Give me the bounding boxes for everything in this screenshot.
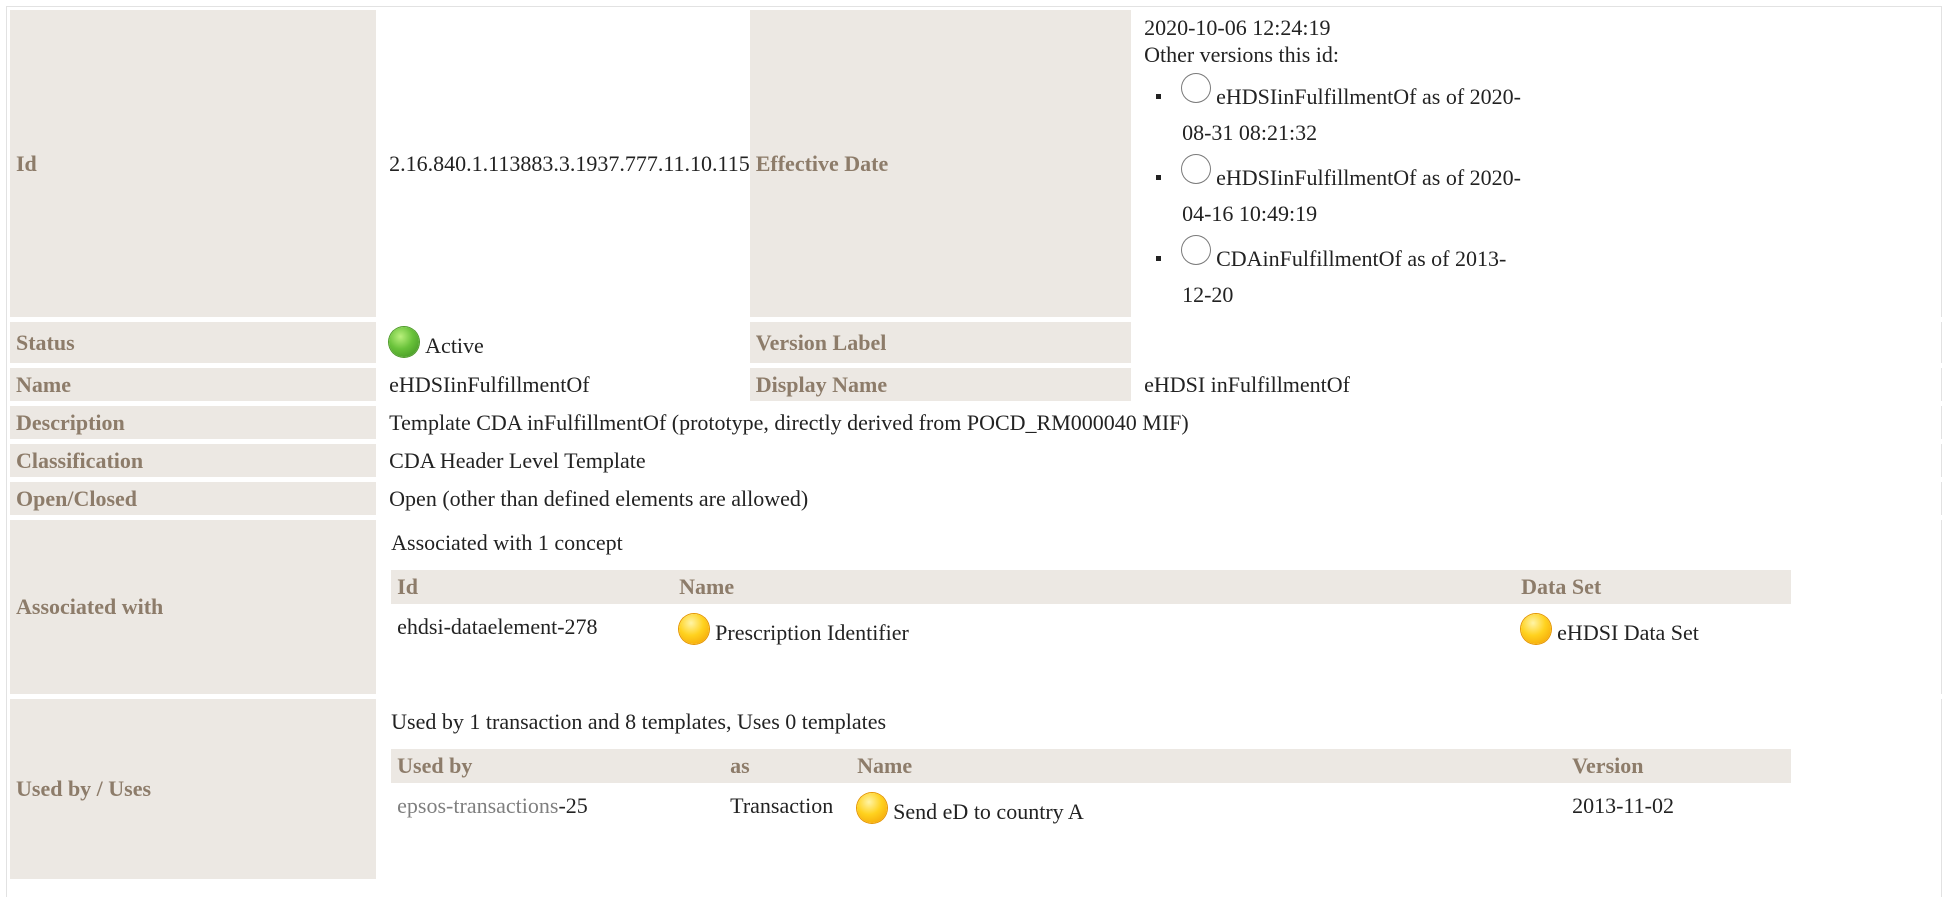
concept-id: ehdsi-dataelement-278 (397, 614, 598, 639)
version-entry-text[interactable]: CDAinFulfillmentOf as of 2013-12-20 (1182, 246, 1506, 307)
status-cell: Active (381, 322, 750, 368)
column-header-version: Version (1566, 749, 1792, 783)
version-list-item[interactable]: eHDSIinFulfillmentOf as of 2020-04-16 10… (1156, 155, 1527, 232)
version-label-label: Version Label (749, 322, 1137, 368)
transaction-name-cell: Send eD to country A (851, 783, 1566, 835)
column-header-as: as (724, 749, 852, 783)
id-value: 2.16.840.1.113883.3.1937.777.11.10.115 (381, 10, 750, 322)
display-name-value: eHDSI inFulfillmentOf (1136, 368, 1945, 406)
associated-with-cell: Associated with 1 concept Id Name Data S… (381, 520, 1945, 699)
name-label: Name (10, 368, 382, 406)
table-row: ehdsi-dataelement-278 Prescription Ident… (391, 604, 1791, 656)
concept-name-cell: Prescription Identifier (673, 604, 1515, 656)
display-name-label: Display Name (749, 368, 1137, 406)
empty-circle-icon (1182, 155, 1211, 183)
yellow-circle-icon (857, 793, 888, 823)
status-value: Active (425, 332, 484, 358)
classification-value: CDA Header Level Template (381, 444, 1945, 482)
used-by-intro: Used by 1 transaction and 8 templates, U… (391, 709, 887, 734)
other-versions-list: eHDSIinFulfillmentOf as of 2020-08-31 08… (1144, 74, 1945, 313)
used-by-cell[interactable]: epsos-transactions-25 (391, 783, 724, 835)
associated-concepts-table: Id Name Data Set ehdsi-dataelement-278 P… (391, 570, 1792, 656)
status-label: Status (10, 322, 382, 368)
column-header-data-set: Data Set (1515, 570, 1792, 604)
concept-name: Prescription Identifier (715, 620, 909, 645)
transaction-name: Send eD to country A (893, 799, 1084, 824)
description-value: Template CDA inFulfillmentOf (prototype,… (381, 406, 1945, 444)
open-closed-value: Open (other than defined elements are al… (381, 482, 1945, 520)
effective-date-label: Effective Date (749, 10, 1137, 322)
used-by-suffix[interactable]: -25 (558, 793, 587, 818)
name-value: eHDSIinFulfillmentOf (381, 368, 750, 406)
empty-circle-icon (1182, 74, 1211, 102)
green-circle-icon (389, 326, 420, 357)
used-by-prefix[interactable]: epsos-transactions (397, 793, 558, 818)
column-header-used-by: Used by (391, 749, 725, 783)
empty-circle-icon (1182, 236, 1211, 264)
open-closed-label: Open/Closed (10, 482, 382, 520)
version-label-value (1136, 322, 1945, 368)
data-set-name: eHDSI Data Set (1557, 620, 1699, 645)
column-header-name: Name (851, 749, 1567, 783)
used-as-value: Transaction (730, 793, 834, 818)
used-by-uses-label: Used by / Uses (10, 699, 382, 879)
used-by-uses-cell: Used by 1 transaction and 8 templates, U… (381, 699, 1945, 879)
other-versions-heading: Other versions this id: (1144, 42, 1340, 67)
template-details-table: Id 2.16.840.1.113883.3.1937.777.11.10.11… (10, 10, 1945, 879)
version-list-item[interactable]: eHDSIinFulfillmentOf as of 2020-08-31 08… (1156, 74, 1527, 151)
yellow-circle-icon (679, 614, 710, 644)
data-set-cell: eHDSI Data Set (1515, 604, 1791, 656)
associated-intro: Associated with 1 concept (391, 530, 623, 555)
transaction-version: 2013-11-02 (1572, 793, 1675, 818)
version-entry-text[interactable]: eHDSIinFulfillmentOf as of 2020-04-16 10… (1182, 165, 1521, 226)
effective-date-value: 2020-10-06 12:24:19 (1144, 15, 1331, 40)
id-label: Id (10, 10, 382, 322)
used-by-table: Used by as Name Version epsos-transactio… (391, 749, 1792, 835)
yellow-circle-icon (1521, 614, 1552, 644)
associated-with-label: Associated with (10, 520, 382, 699)
version-list-item[interactable]: CDAinFulfillmentOf as of 2013-12-20 (1156, 236, 1527, 313)
description-label: Description (10, 406, 382, 444)
column-header-name: Name (673, 570, 1516, 604)
version-entry-text[interactable]: eHDSIinFulfillmentOf as of 2020-08-31 08… (1182, 84, 1521, 145)
effective-date-cell: 2020-10-06 12:24:19 Other versions this … (1136, 10, 1945, 322)
classification-label: Classification (10, 444, 382, 482)
column-header-id: Id (391, 570, 674, 604)
table-row: epsos-transactions-25 Transaction Send e… (391, 783, 1791, 835)
